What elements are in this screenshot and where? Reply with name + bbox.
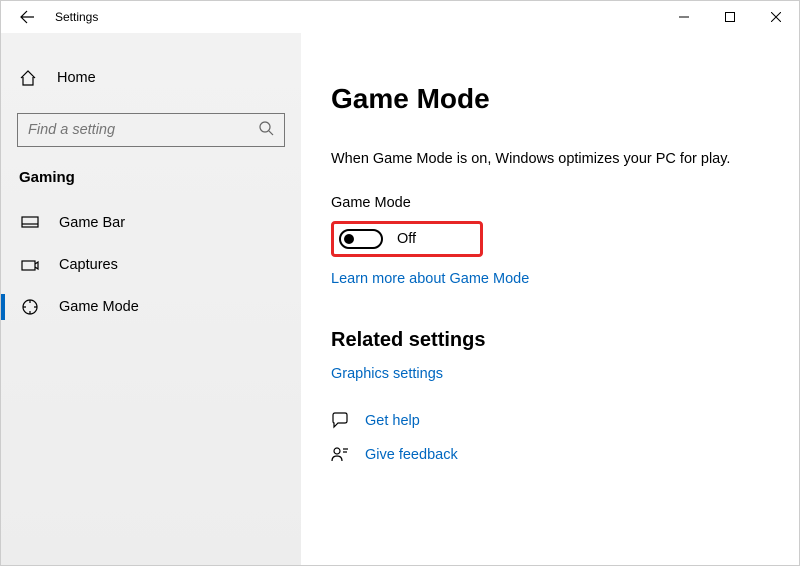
toggle-label: Game Mode bbox=[331, 195, 769, 211]
game-mode-icon bbox=[21, 298, 39, 316]
sidebar-item-label: Game Mode bbox=[59, 299, 139, 315]
home-label: Home bbox=[57, 70, 96, 86]
titlebar: Settings bbox=[1, 1, 799, 33]
minimize-button[interactable] bbox=[661, 1, 707, 33]
description: When Game Mode is on, Windows optimizes … bbox=[331, 151, 769, 167]
sidebar-item-captures[interactable]: Captures bbox=[1, 244, 301, 286]
maximize-button[interactable] bbox=[707, 1, 753, 33]
graphics-settings-link[interactable]: Graphics settings bbox=[331, 366, 769, 382]
captures-icon bbox=[21, 256, 39, 274]
home-icon bbox=[19, 69, 37, 87]
give-feedback-row[interactable]: Give feedback bbox=[331, 446, 769, 464]
highlight-box: Off bbox=[331, 221, 483, 257]
search-input[interactable] bbox=[28, 122, 258, 138]
sidebar-item-label: Game Bar bbox=[59, 215, 125, 231]
related-heading: Related settings bbox=[331, 329, 769, 352]
chat-icon bbox=[331, 412, 349, 430]
search-icon bbox=[258, 120, 274, 141]
sidebar-item-label: Captures bbox=[59, 257, 118, 273]
search-box[interactable] bbox=[17, 113, 285, 147]
content: Game Mode When Game Mode is on, Windows … bbox=[301, 33, 799, 565]
window-title: Settings bbox=[55, 10, 98, 24]
page-title: Game Mode bbox=[331, 83, 769, 115]
feedback-icon bbox=[331, 446, 349, 464]
get-help-link[interactable]: Get help bbox=[365, 413, 420, 429]
category-header: Gaming bbox=[1, 169, 301, 202]
get-help-row[interactable]: Get help bbox=[331, 412, 769, 430]
back-icon[interactable] bbox=[19, 9, 35, 25]
home-nav[interactable]: Home bbox=[1, 63, 301, 93]
sidebar-item-game-mode[interactable]: Game Mode bbox=[1, 286, 301, 328]
close-button[interactable] bbox=[753, 1, 799, 33]
learn-more-link[interactable]: Learn more about Game Mode bbox=[331, 271, 769, 287]
sidebar: Home Gaming Game Bar bbox=[1, 33, 301, 565]
toggle-state: Off bbox=[397, 231, 416, 247]
give-feedback-link[interactable]: Give feedback bbox=[365, 447, 458, 463]
game-mode-toggle[interactable] bbox=[339, 229, 383, 249]
sidebar-item-game-bar[interactable]: Game Bar bbox=[1, 202, 301, 244]
game-bar-icon bbox=[21, 214, 39, 232]
